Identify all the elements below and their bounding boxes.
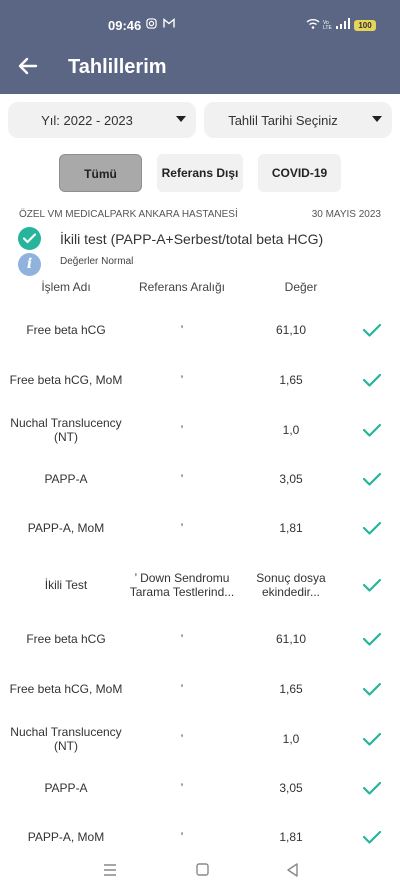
status-bar: 09:46 Vo LTE 100	[0, 0, 400, 40]
table-row: Free beta hCG ’ 61,10	[0, 615, 400, 663]
row-name: Free beta hCG, MoM	[9, 682, 123, 696]
table-row: İkili Test ’ Down Sendromu Tarama Testle…	[0, 558, 400, 612]
checkmark-icon	[358, 715, 386, 763]
table-row: Free beta hCG, MoM ’ 1,65	[0, 356, 400, 404]
row-name: Free beta hCG	[26, 323, 106, 337]
row-reference: ’	[180, 472, 184, 486]
battery-icon: 100	[354, 20, 376, 31]
row-value: 1,0	[282, 423, 300, 437]
column-header-name: İşlem Adı	[41, 280, 91, 294]
caret-down-icon	[176, 116, 186, 122]
row-name: Free beta hCG	[26, 632, 106, 646]
row-reference: ’	[180, 732, 184, 746]
checkmark-icon	[358, 615, 386, 663]
table-row: PAPP-A ’ 3,05	[0, 764, 400, 812]
menu-icon[interactable]	[98, 860, 122, 880]
checkmark-icon	[358, 665, 386, 713]
test-name[interactable]: İkili test (PAPP-A+Serbest/total beta HC…	[60, 231, 323, 247]
signal-icon	[336, 18, 350, 32]
table-row: Nuchal Translucency (NT) ’ 1,0	[0, 406, 400, 454]
info-icon[interactable]: i	[18, 253, 41, 276]
row-reference: ’ Down Sendromu Tarama Testlerind...	[129, 571, 235, 599]
row-value: 3,05	[279, 781, 303, 795]
table-row: Free beta hCG, MoM ’ 1,65	[0, 665, 400, 713]
row-reference: ’	[180, 323, 184, 337]
checkmark-icon	[358, 455, 386, 503]
year-dropdown-label: Yıl: 2022 - 2023	[41, 113, 133, 128]
checkmark-icon	[358, 306, 386, 354]
row-value: 1,81	[279, 521, 303, 535]
values-normal-note: Değerler Normal	[60, 256, 134, 267]
checkmark-icon	[358, 764, 386, 812]
arrow-left-icon[interactable]	[14, 52, 42, 80]
checkmark-icon	[358, 504, 386, 552]
checkmark-icon	[358, 406, 386, 454]
caret-down-icon	[372, 116, 382, 122]
date-dropdown[interactable]: Tahlil Tarihi Seçiniz	[204, 102, 392, 138]
app-bar: Tahlillerim	[0, 40, 400, 94]
row-name: Nuchal Translucency (NT)	[10, 725, 122, 753]
system-nav-bar	[0, 852, 400, 888]
check-circle-icon	[18, 227, 41, 250]
tab-all[interactable]: Tümü	[59, 154, 142, 192]
tab-covid-19[interactable]: COVID-19	[258, 154, 341, 192]
row-value: 61,10	[275, 632, 307, 646]
row-reference: ’	[180, 682, 184, 696]
column-header-reference: Referans Aralığı	[138, 280, 226, 294]
table-row: Free beta hCG ’ 61,10	[0, 306, 400, 354]
home-square-icon[interactable]	[190, 860, 214, 880]
row-value: 1,65	[279, 682, 303, 696]
row-name: İkili Test	[44, 578, 88, 592]
row-reference: ’	[180, 521, 184, 535]
row-name: PAPP-A, MoM	[27, 521, 105, 535]
hospital-name: ÖZEL VM MEDICALPARK ANKARA HASTANESİ	[19, 209, 238, 220]
clock: 09:46	[108, 18, 142, 33]
row-value: 1,65	[279, 373, 303, 387]
column-header-value: Değer	[284, 280, 318, 294]
year-dropdown[interactable]: Yıl: 2022 - 2023	[8, 102, 196, 138]
instagram-icon	[146, 18, 157, 32]
wifi-icon	[306, 18, 320, 32]
volte-icon: Vo LTE	[323, 19, 333, 32]
row-reference: ’	[180, 781, 184, 795]
table-row: PAPP-A ’ 3,05	[0, 455, 400, 503]
tab-out-of-reference[interactable]: Referans Dışı	[157, 154, 243, 192]
table-row: Nuchal Translucency (NT) ’ 1,0	[0, 715, 400, 763]
row-value: 61,10	[275, 323, 307, 337]
page-title: Tahlillerim	[68, 56, 167, 78]
gmail-icon	[163, 18, 175, 32]
row-reference: ’	[180, 373, 184, 387]
row-value: 3,05	[279, 472, 303, 486]
row-reference: ’	[180, 423, 184, 437]
row-value: 1,0	[282, 732, 300, 746]
row-value: Sonuç dosya ekindedir...	[256, 571, 326, 599]
report-date: 30 MAYIS 2023	[311, 209, 381, 220]
row-name: PAPP-A	[44, 781, 88, 795]
checkmark-icon	[358, 356, 386, 404]
table-row: PAPP-A, MoM ’ 1,81	[0, 504, 400, 552]
row-reference: ’	[180, 632, 184, 646]
svg-text:LTE: LTE	[323, 25, 332, 30]
back-triangle-icon[interactable]	[281, 860, 305, 880]
row-name: Free beta hCG, MoM	[9, 373, 123, 387]
row-name: PAPP-A	[44, 472, 88, 486]
row-name: Nuchal Translucency (NT)	[10, 416, 122, 444]
date-dropdown-label: Tahlil Tarihi Seçiniz	[228, 113, 338, 128]
checkmark-icon	[358, 558, 386, 612]
